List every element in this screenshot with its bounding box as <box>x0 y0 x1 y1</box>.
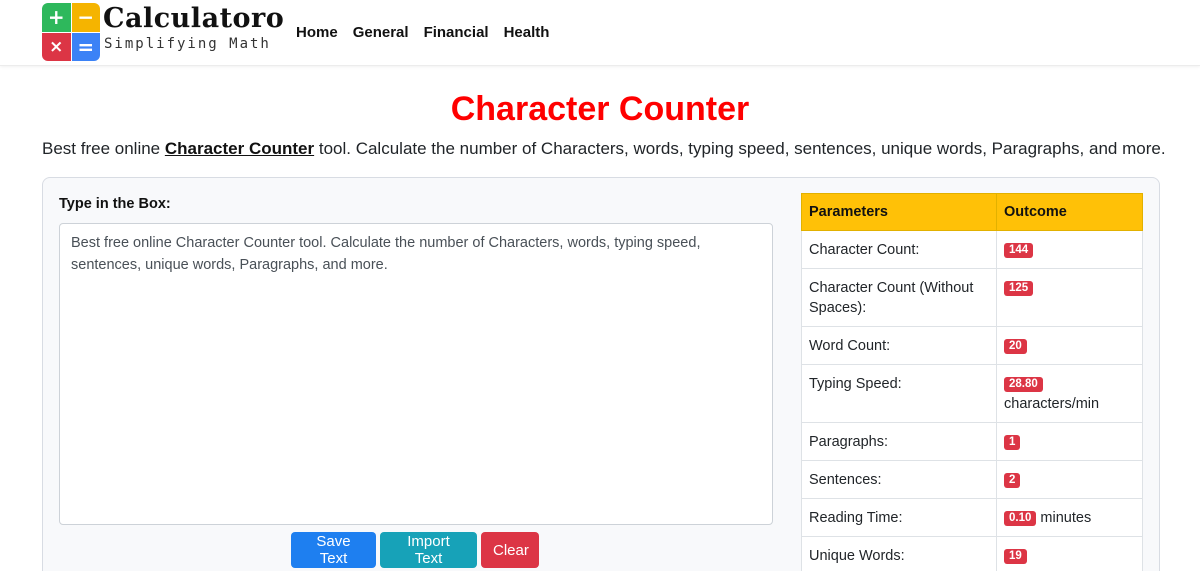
intro-text: Best free online Character Counter tool.… <box>42 139 1166 159</box>
main-nav: Home General Financial Health <box>296 24 549 41</box>
text-input-area[interactable]: Best free online Character Counter tool.… <box>59 223 773 525</box>
value-badge: 125 <box>1004 281 1034 296</box>
table-row: Unique Words: 19 <box>801 536 1143 571</box>
table-row: Character Count: 144 <box>801 230 1143 269</box>
table-row: Character Count (Without Spaces): 125 <box>801 268 1143 327</box>
brand-name[interactable]: Calculatoro <box>103 3 284 34</box>
nav-financial[interactable]: Financial <box>424 24 489 41</box>
calculator-logo-icon[interactable]: + − × = <box>42 3 100 61</box>
counter-card: Type in the Box: Best free online Charac… <box>42 177 1160 571</box>
outcome-cell: 0.10 minutes <box>996 498 1143 537</box>
table-row: Paragraphs: 1 <box>801 422 1143 461</box>
outcome-cell: 125 <box>996 268 1143 327</box>
table-row: Word Count: 20 <box>801 326 1143 365</box>
param-reading-time: Reading Time: <box>801 498 997 537</box>
textbox-label: Type in the Box: <box>59 196 171 212</box>
character-counter-link[interactable]: Character Counter <box>165 139 314 158</box>
table-row: Reading Time: 0.10 minutes <box>801 498 1143 537</box>
results-table: Parameters Outcome Character Count: 144 … <box>801 193 1143 571</box>
param-character-count: Character Count: <box>801 230 997 269</box>
param-sentences: Sentences: <box>801 460 997 499</box>
nav-home[interactable]: Home <box>296 24 338 41</box>
import-text-button[interactable]: Import Text <box>380 532 477 568</box>
value-badge: 28.80 <box>1004 377 1043 392</box>
navbar: + − × = Calculatoro Simplifying Math Hom… <box>0 0 1200 66</box>
table-row: Sentences: 2 <box>801 460 1143 499</box>
nav-general[interactable]: General <box>353 24 409 41</box>
value-unit: characters/min <box>1004 396 1100 412</box>
intro-prefix: Best free online <box>42 139 165 158</box>
intro-suffix: tool. Calculate the number of Characters… <box>314 139 1166 158</box>
times-icon: × <box>42 32 71 61</box>
param-word-count: Word Count: <box>801 326 997 365</box>
value-badge: 1 <box>1004 435 1021 450</box>
outcome-cell: 20 <box>996 326 1143 365</box>
brand-tagline: Simplifying Math <box>104 36 271 52</box>
value-badge: 0.10 <box>1004 511 1037 526</box>
plus-icon: + <box>42 3 71 32</box>
table-row: Typing Speed: 28.80 characters/min <box>801 364 1143 423</box>
outcome-cell: 1 <box>996 422 1143 461</box>
outcome-cell: 144 <box>996 230 1143 269</box>
action-buttons: Save Text Import Text Clear <box>291 532 539 568</box>
outcome-cell: 28.80 characters/min <box>996 364 1143 423</box>
minus-icon: − <box>71 3 100 32</box>
param-character-count-no-spaces: Character Count (Without Spaces): <box>801 268 997 327</box>
header-parameters: Parameters <box>801 193 997 231</box>
value-badge: 20 <box>1004 339 1027 354</box>
value-badge: 144 <box>1004 243 1034 258</box>
save-text-button[interactable]: Save Text <box>291 532 376 568</box>
outcome-cell: 19 <box>996 536 1143 571</box>
nav-health[interactable]: Health <box>504 24 550 41</box>
param-unique-words: Unique Words: <box>801 536 997 571</box>
clear-button[interactable]: Clear <box>481 532 539 568</box>
equals-icon: = <box>71 32 100 61</box>
param-paragraphs: Paragraphs: <box>801 422 997 461</box>
results-header-row: Parameters Outcome <box>801 193 1143 231</box>
param-typing-speed: Typing Speed: <box>801 364 997 423</box>
outcome-cell: 2 <box>996 460 1143 499</box>
value-badge: 19 <box>1004 549 1027 564</box>
page-title: Character Counter <box>450 90 750 128</box>
value-unit: minutes <box>1040 510 1092 526</box>
value-badge: 2 <box>1004 473 1021 488</box>
header-outcome: Outcome <box>996 193 1143 231</box>
